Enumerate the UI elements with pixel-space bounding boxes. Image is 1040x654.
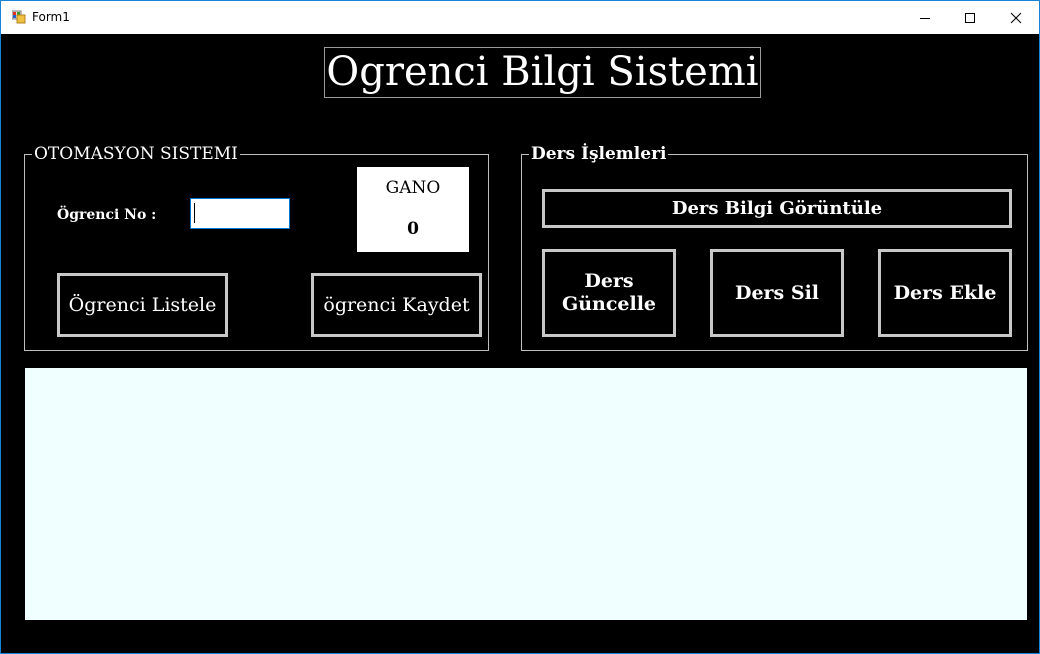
ogrenci-kaydet-label: ögrenci Kaydet — [323, 293, 470, 316]
winforms-app-icon — [12, 10, 26, 24]
ogrenci-no-input[interactable] — [190, 198, 290, 229]
gano-value: 0 — [407, 219, 419, 239]
title-bar[interactable]: Form1 — [1, 1, 1039, 34]
ogrenci-kaydet-button[interactable]: ögrenci Kaydet — [311, 273, 482, 337]
ders-guncelle-label-line1: Ders — [584, 270, 634, 292]
ogrenci-listele-button[interactable]: Ögrenci Listele — [57, 273, 228, 337]
ders-ekle-label: Ders Ekle — [893, 281, 997, 304]
text-caret — [194, 203, 195, 223]
window-title: Form1 — [32, 10, 70, 24]
form-window: Form1 Ogrenci Bilgi Sistemi OTOMASYON SI… — [1, 1, 1039, 653]
gano-label: GANO — [385, 178, 441, 198]
ders-sil-label: Ders Sil — [734, 281, 820, 304]
form-content: Ogrenci Bilgi Sistemi OTOMASYON SISTEMI … — [4, 34, 1036, 650]
close-icon — [1010, 12, 1022, 23]
ogrenci-listele-label: Ögrenci Listele — [68, 293, 217, 316]
ders-ekle-button[interactable]: Ders Ekle — [878, 249, 1012, 337]
page-title: Ogrenci Bilgi Sistemi — [324, 47, 761, 98]
close-button[interactable] — [993, 1, 1039, 34]
ogrenci-no-label: Ögrenci No : — [57, 207, 157, 223]
ders-sil-button[interactable]: Ders Sil — [710, 249, 844, 337]
data-grid-view[interactable] — [25, 368, 1027, 620]
ders-bilgi-goruntule-label: Ders Bilgi Görüntüle — [671, 198, 883, 219]
minimize-button[interactable] — [902, 1, 948, 34]
ders-bilgi-goruntule-button[interactable]: Ders Bilgi Görüntüle — [542, 189, 1012, 228]
gano-panel: GANO 0 — [357, 167, 469, 252]
ders-guncelle-button[interactable]: Ders Güncelle — [542, 249, 676, 337]
maximize-icon — [965, 12, 975, 23]
minimize-icon — [920, 17, 930, 19]
ders-guncelle-label-line2: Güncelle — [561, 293, 657, 315]
student-group-legend: OTOMASYON SISTEMI — [32, 144, 240, 164]
maximize-button[interactable] — [947, 1, 993, 34]
course-group-legend: Ders İşlemleri — [529, 144, 669, 164]
